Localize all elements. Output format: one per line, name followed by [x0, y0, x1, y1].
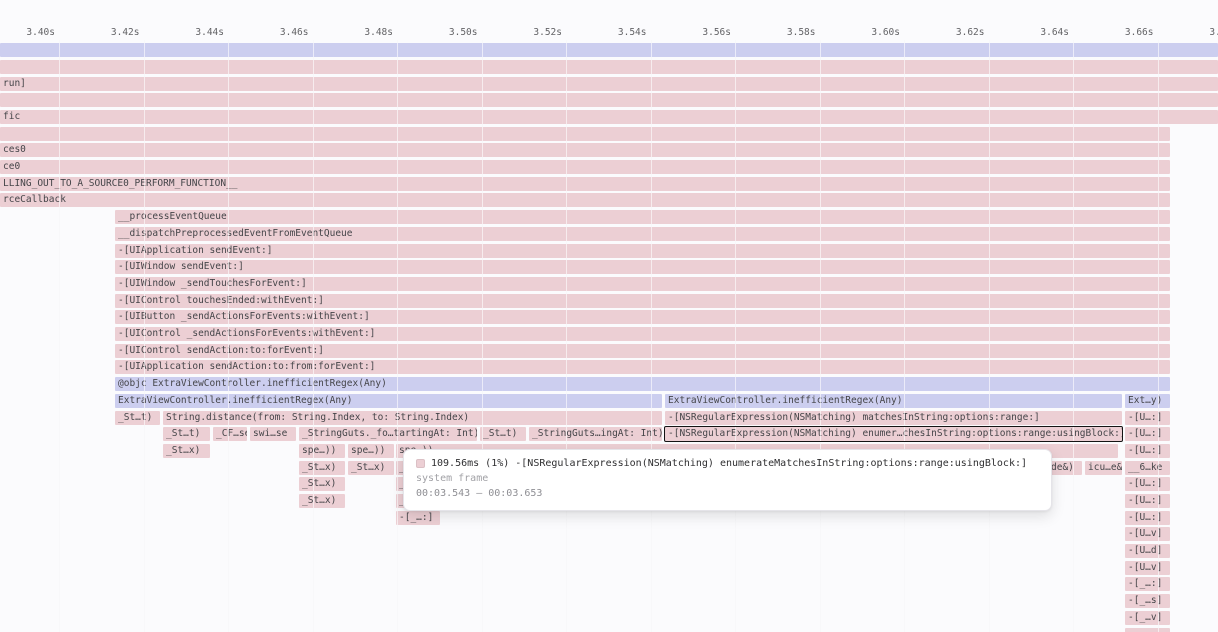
ruler-tick-label: 3.58s	[787, 27, 816, 38]
flame-frame[interactable]: -[_…:]	[396, 511, 440, 525]
ruler-tick-label: 3.62s	[956, 27, 985, 38]
ruler-tick-label: 3.44s	[195, 27, 224, 38]
ruler-tick-label: 3.50s	[449, 27, 478, 38]
flame-frame[interactable]: _StringGuts…ingAt: Int)	[529, 427, 662, 441]
flame-frame[interactable]	[0, 43, 1218, 57]
flame-frame[interactable]: _St…x)	[348, 461, 394, 475]
flame-frame[interactable]: __processEventQueue	[115, 210, 1170, 224]
ruler-tick-label: 3.64s	[1040, 27, 1069, 38]
flame-frame[interactable]: spe…))	[299, 444, 345, 458]
flame-frame-selected[interactable]: -[NSRegularExpression(NSMatching) enumer…	[665, 427, 1122, 441]
flame-frame[interactable]: String.distance(from: String.Index, to: …	[163, 411, 662, 425]
flame-frame[interactable]: -[UIApplication sendAction:to:from:forEv…	[115, 360, 1170, 374]
flame-frame[interactable]: -[UIWindow _sendTouchesForEvent:]	[115, 277, 1170, 291]
flame-frame[interactable]: fic	[0, 110, 1218, 124]
tooltip-note: system frame	[416, 473, 1039, 484]
timeline-ruler[interactable]	[0, 0, 1218, 40]
ruler-tick-label: 3.42s	[111, 27, 140, 38]
flame-frame[interactable]: icu…e&)	[1085, 461, 1122, 475]
flame-frame[interactable]: _St…t)	[115, 411, 160, 425]
flame-frame[interactable]: _StringGuts._fo…tartingAt: Int)	[299, 427, 477, 441]
flame-frame[interactable]: rceCallback	[0, 193, 1170, 207]
flame-frame[interactable]: -[UIControl sendAction:to:forEvent:]	[115, 344, 1170, 358]
flame-frame[interactable]: -[NSRegularExpression(NSMatching) matche…	[665, 411, 1122, 425]
ruler-tick-label: 3.40s	[26, 27, 55, 38]
flame-frame[interactable]: -[U…:]	[1125, 444, 1170, 458]
tooltip-percent: (1%)	[485, 458, 509, 469]
ruler-tick-label: 3.66s	[1125, 27, 1154, 38]
flame-frame[interactable]: ces0	[0, 143, 1170, 157]
flame-frame[interactable]: -[U…v]	[1125, 561, 1170, 575]
flame-frame[interactable]: _St…x)	[163, 444, 210, 458]
ruler-tick-label: 3.52s	[533, 27, 562, 38]
flame-frame[interactable]: -[U…:]	[1125, 477, 1170, 491]
flame-frame[interactable]: ExtraViewController.inefficientRegex(Any…	[665, 394, 1122, 408]
flame-frame[interactable]	[0, 60, 1218, 74]
flame-frame[interactable]: _St…t)	[480, 427, 526, 441]
tooltip-frame-name: -[NSRegularExpression(NSMatching) enumer…	[515, 458, 1027, 469]
flame-frame[interactable]	[0, 127, 1170, 141]
flame-frame[interactable]: spe…))	[348, 444, 394, 458]
tooltip-title-row: 109.56ms (1%) -[NSRegularExpression(NSMa…	[416, 458, 1039, 469]
flame-frame[interactable]: _St…t)	[163, 427, 210, 441]
frame-tooltip: 109.56ms (1%) -[NSRegularExpression(NSMa…	[403, 449, 1052, 511]
flame-frame[interactable]: -[U…d]	[1125, 544, 1170, 558]
flame-frame[interactable]: -[_…s]	[1125, 594, 1170, 608]
flame-frame[interactable]	[1125, 628, 1170, 632]
flame-frame[interactable]: @objc ExtraViewController.inefficientReg…	[115, 377, 1170, 391]
ruler-tick-label: 3.46s	[280, 27, 309, 38]
tooltip-time-range: 00:03.543 — 00:03.653	[416, 488, 1039, 499]
tooltip-duration: 109.56ms	[431, 458, 479, 469]
flame-frame[interactable]: swi…se	[250, 427, 296, 441]
ruler-tick-label: 3.56s	[702, 27, 731, 38]
flame-frame[interactable]: run]	[0, 77, 1218, 91]
flame-frame[interactable]: LLING_OUT_TO_A_SOURCE0_PERFORM_FUNCTION_…	[0, 177, 1170, 191]
flame-frame[interactable]: -[U…:]	[1125, 494, 1170, 508]
flame-frame[interactable]: ExtraViewController.inefficientRegex(Any…	[115, 394, 662, 408]
ruler-tick-label: 3.60s	[871, 27, 900, 38]
flame-frame[interactable]: _St…x)	[299, 461, 345, 475]
flame-frame[interactable]: -[U…:]	[1125, 411, 1170, 425]
flame-frame[interactable]: __dispatchPreprocessedEventFromEventQueu…	[115, 227, 1170, 241]
flame-graph-canvas[interactable]: 109.56ms (1%) -[NSRegularExpression(NSMa…	[0, 0, 1218, 632]
flame-frame[interactable]: ce0	[0, 160, 1170, 174]
flame-frame[interactable]: de&)	[1048, 461, 1082, 475]
flame-frame[interactable]: -[U…:]	[1125, 511, 1170, 525]
flame-frame[interactable]: -[_…:]	[1125, 577, 1170, 591]
flame-frame[interactable]: -[U…v]	[1125, 527, 1170, 541]
ruler-tick-label: 3.48s	[364, 27, 393, 38]
flame-frame[interactable]: -[_…v]	[1125, 611, 1170, 625]
flame-frame[interactable]: Ext…y)	[1125, 394, 1170, 408]
flame-frame[interactable]: _St…x)	[299, 494, 345, 508]
flame-frame[interactable]: -[UIControl touchesEnded:withEvent:]	[115, 294, 1170, 308]
flame-frame[interactable]: -[UIApplication sendEvent:]	[115, 244, 1170, 258]
flame-frame[interactable]: -[U…:]	[1125, 427, 1170, 441]
flame-frame[interactable]: -[UIButton _sendActionsForEvents:withEve…	[115, 310, 1170, 324]
flame-frame[interactable]: _CF…se	[213, 427, 247, 441]
ruler-tick-label: 3.68s	[1209, 27, 1218, 38]
flame-frame[interactable]: __6…ke	[1125, 461, 1170, 475]
flame-frame[interactable]	[0, 93, 1218, 107]
ruler-tick-label: 3.54s	[618, 27, 647, 38]
flame-frame[interactable]: -[UIWindow sendEvent:]	[115, 260, 1170, 274]
frame-color-swatch-icon	[416, 459, 425, 468]
flame-frame[interactable]: _St…x)	[299, 477, 345, 491]
flame-frame[interactable]: -[UIControl _sendActionsForEvents:withEv…	[115, 327, 1170, 341]
